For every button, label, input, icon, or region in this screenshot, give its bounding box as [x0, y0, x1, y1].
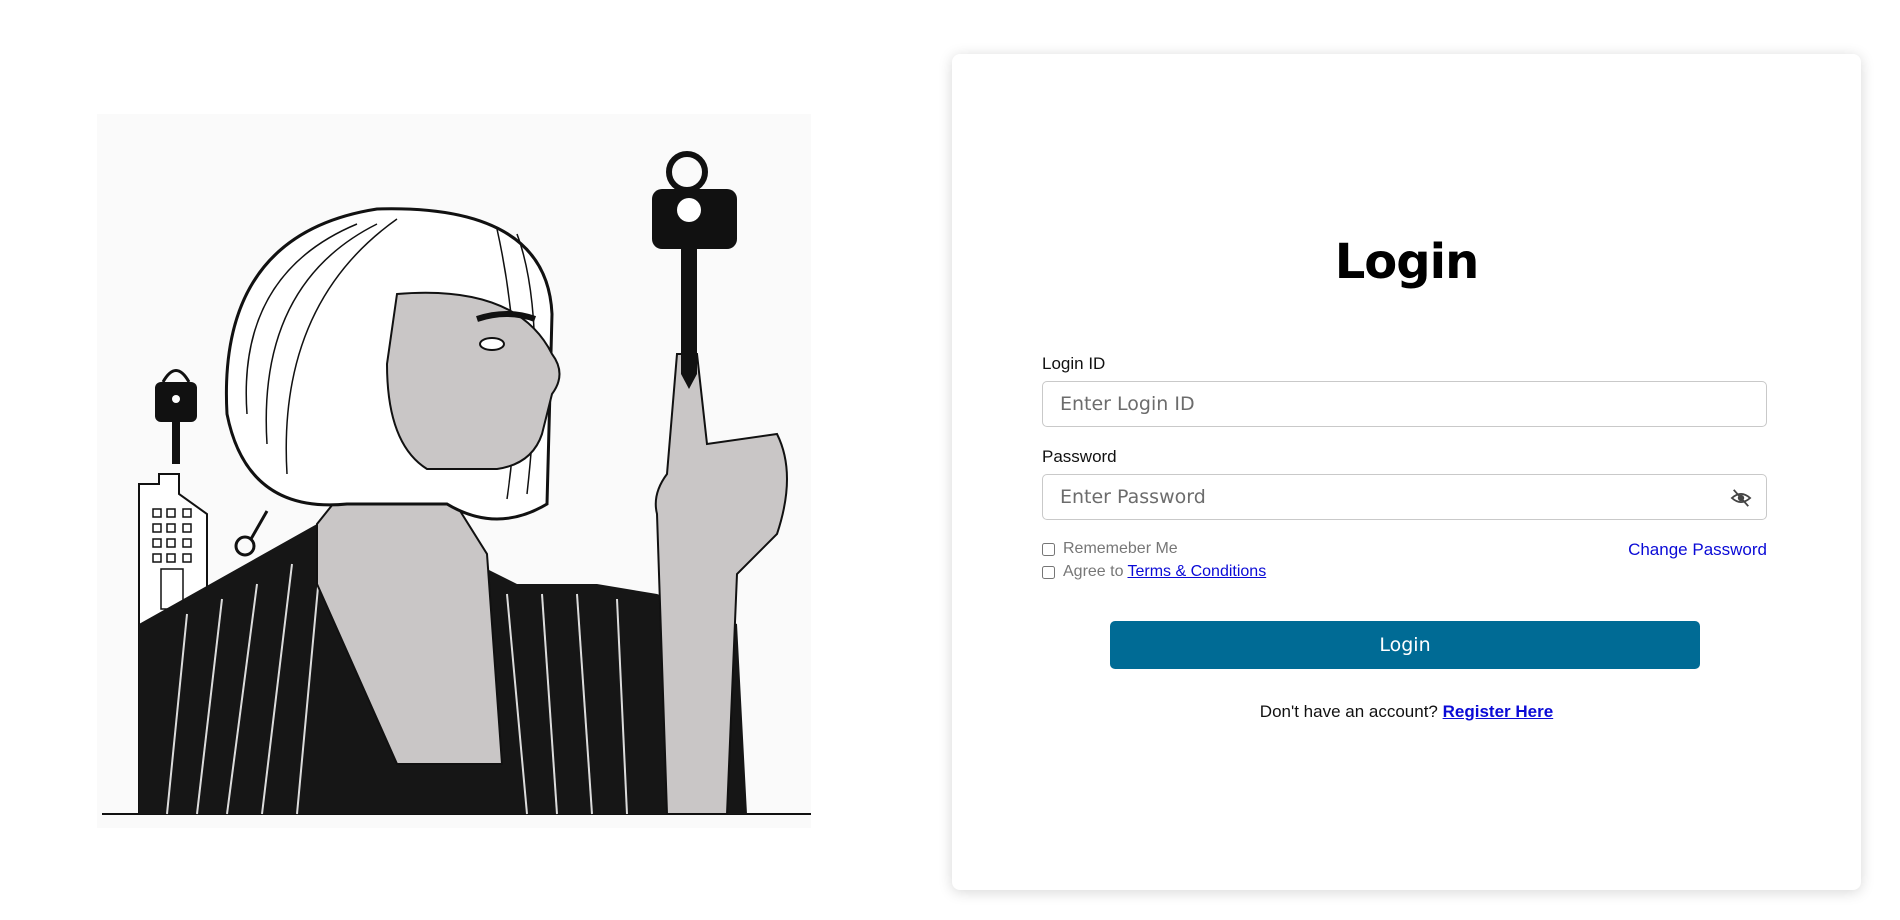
terms-checkbox[interactable]	[1042, 565, 1055, 579]
register-link[interactable]: Register Here	[1443, 702, 1554, 721]
register-prompt: Don't have an account? Register Here	[952, 702, 1861, 722]
login-id-input[interactable]	[1043, 382, 1766, 426]
login-card: Login Login ID Password Rememeber Me Agr…	[952, 54, 1861, 890]
change-password-link[interactable]: Change Password	[1628, 540, 1767, 560]
register-prompt-text: Don't have an account?	[1259, 702, 1438, 721]
terms-link[interactable]: Terms & Conditions	[1127, 563, 1266, 581]
remember-me-label: Rememeber Me	[1063, 540, 1178, 557]
login-illustration	[97, 114, 811, 828]
password-field[interactable]	[1042, 474, 1767, 520]
login-button[interactable]: Login	[1110, 621, 1700, 669]
password-input[interactable]	[1043, 475, 1766, 519]
terms-row[interactable]: Agree to Terms & Conditions	[1042, 563, 1266, 581]
agree-label: Agree to	[1063, 563, 1124, 580]
login-id-field[interactable]	[1042, 381, 1767, 427]
remember-me-checkbox[interactable]	[1042, 542, 1055, 556]
eye-off-icon[interactable]	[1730, 488, 1752, 508]
remember-me-row[interactable]: Rememeber Me	[1042, 540, 1178, 558]
page-title: Login	[1334, 234, 1480, 290]
login-id-label: Login ID	[1042, 354, 1106, 373]
password-label: Password	[1042, 447, 1117, 466]
